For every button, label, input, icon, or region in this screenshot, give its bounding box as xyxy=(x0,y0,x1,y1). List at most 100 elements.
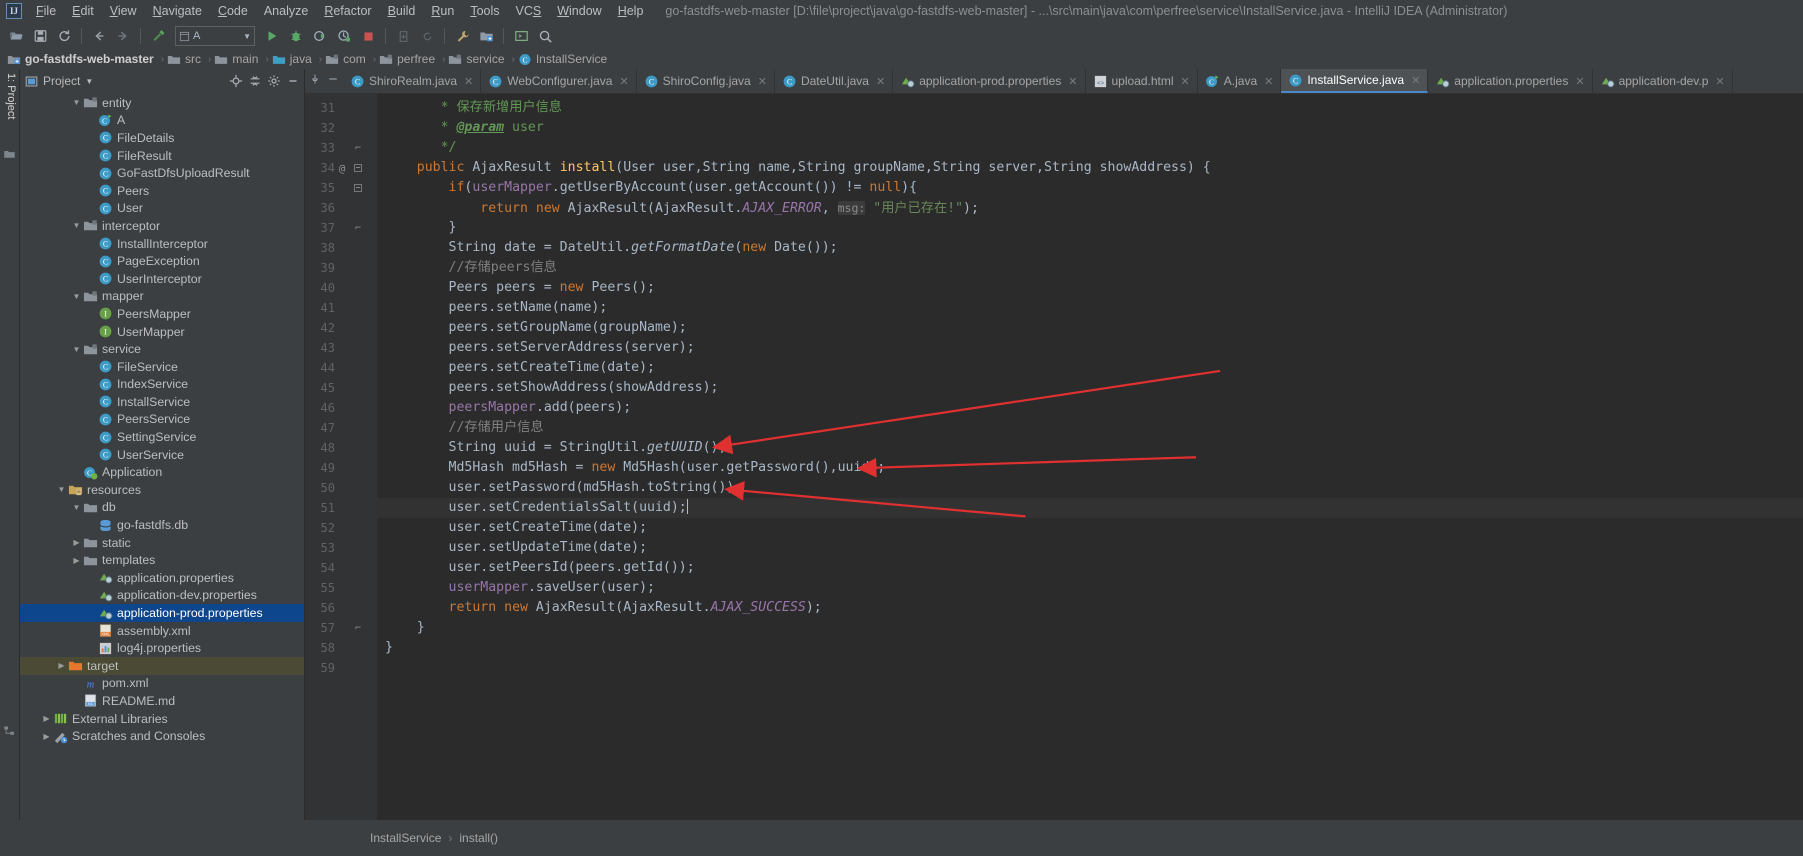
gutter-line-39[interactable]: 39 xyxy=(305,258,377,278)
sync-refresh-icon[interactable] xyxy=(53,25,75,47)
close-icon[interactable]: ✕ xyxy=(1715,75,1724,88)
close-icon[interactable]: ✕ xyxy=(1264,75,1273,88)
tree-item-installinterceptor[interactable]: C InstallInterceptor xyxy=(20,235,304,253)
search-everywhere-icon[interactable] xyxy=(534,25,556,47)
code-line-35[interactable]: if(userMapper.getUserByAccount(user.getA… xyxy=(377,178,1803,198)
gutter-line-57[interactable]: 57 ⌐ xyxy=(305,618,377,638)
tree-item-pom-xml[interactable]: m pom.xml xyxy=(20,675,304,693)
project-structure-icon[interactable] xyxy=(475,25,497,47)
code-line-41[interactable]: peers.setName(name); xyxy=(377,298,1803,318)
twisty-expanded-icon[interactable]: ▼ xyxy=(71,291,82,302)
code-line-47[interactable]: //存储用户信息 xyxy=(377,418,1803,438)
tree-item-external-libraries[interactable]: ▶ External Libraries xyxy=(20,710,304,728)
tree-item-mapper[interactable]: ▼ mapper xyxy=(20,288,304,306)
code-line-56[interactable]: return new AjaxResult(AjaxResult.AJAX_SU… xyxy=(377,598,1803,618)
build-hammer-icon[interactable] xyxy=(147,25,169,47)
gutter-line-44[interactable]: 44 xyxy=(305,358,377,378)
run-configuration-selector[interactable]: A ▼ xyxy=(175,26,255,46)
twisty-collapsed-icon[interactable]: ▶ xyxy=(56,660,67,671)
tree-item-application-prod-properties[interactable]: application-prod.properties xyxy=(20,604,304,622)
tree-item-assembly-xml[interactable]: XML assembly.xml xyxy=(20,622,304,640)
tree-item-pageexception[interactable]: C PageException xyxy=(20,252,304,270)
back-arrow-icon[interactable] xyxy=(88,25,110,47)
settings-gear-icon[interactable] xyxy=(267,74,281,88)
code-line-32[interactable]: * @param user xyxy=(377,118,1803,138)
locate-icon[interactable] xyxy=(229,74,243,88)
debug-icon[interactable] xyxy=(285,25,307,47)
menu-item-vcs[interactable]: VCS xyxy=(508,2,550,20)
code-line-49[interactable]: Md5Hash md5Hash = new Md5Hash(user.getPa… xyxy=(377,458,1803,478)
fold-handle-icon[interactable]: ⌐ xyxy=(349,143,367,154)
editor-breadcrumb[interactable]: InstallService › install() xyxy=(370,831,498,845)
tree-item-target[interactable]: ▶ target xyxy=(20,657,304,675)
collapse-all-icon[interactable] xyxy=(248,74,262,88)
tree-item-user[interactable]: C User xyxy=(20,200,304,218)
tree-item-indexservice[interactable]: C IndexService xyxy=(20,376,304,394)
tree-item-log4j-properties[interactable]: log4j.properties xyxy=(20,639,304,657)
close-icon[interactable]: ✕ xyxy=(1575,75,1584,88)
code-editor[interactable]: 31 32 33 ⌐ 34 @ − 35 − 36 37 ⌐ 38 39 40 41 42 43 44 45 46 47 4… xyxy=(305,94,1803,820)
gutter-line-40[interactable]: 40 xyxy=(305,278,377,298)
editor-tab-dateutil-java[interactable]: C DateUtil.java ✕ xyxy=(775,69,894,93)
tree-item-resources[interactable]: ▼ resources xyxy=(20,481,304,499)
code-line-53[interactable]: user.setUpdateTime(date); xyxy=(377,538,1803,558)
gutter-line-38[interactable]: 38 xyxy=(305,238,377,258)
gutter-line-50[interactable]: 50 xyxy=(305,478,377,498)
editor-tab-application-prod-properties[interactable]: application-prod.properties ✕ xyxy=(893,69,1086,93)
tree-item-fileresult[interactable]: C FileResult xyxy=(20,147,304,165)
menu-item-build[interactable]: Build xyxy=(380,2,424,20)
menu-item-help[interactable]: Help xyxy=(610,2,652,20)
editor-tab-shirorealm-java[interactable]: C ShiroRealm.java ✕ xyxy=(343,69,482,93)
tree-item-peers[interactable]: C Peers xyxy=(20,182,304,200)
settings-wrench-icon[interactable] xyxy=(451,25,473,47)
close-icon[interactable]: ✕ xyxy=(1411,74,1420,87)
twisty-collapsed-icon[interactable]: ▶ xyxy=(41,731,52,742)
open-folder-icon[interactable] xyxy=(5,25,27,47)
breadcrumb-item-src[interactable]: src xyxy=(164,52,208,66)
tree-item-gofastdfsuploadresult[interactable]: C GoFastDfsUploadResult xyxy=(20,164,304,182)
twisty-collapsed-icon[interactable]: ▶ xyxy=(71,555,82,566)
tree-item-static[interactable]: ▶ static xyxy=(20,534,304,552)
run-icon[interactable] xyxy=(261,25,283,47)
tree-item-scratches-and-consoles[interactable]: ▶ Scratches and Consoles xyxy=(20,727,304,745)
close-icon[interactable]: ✕ xyxy=(1181,75,1190,88)
sidebar-item-structure-tab[interactable]: 2: Structure xyxy=(0,665,1,722)
fold-handle-icon[interactable]: − xyxy=(349,183,367,193)
gutter-line-53[interactable]: 53 xyxy=(305,538,377,558)
tree-item-application[interactable]: C Application xyxy=(20,463,304,481)
editor-tab-installservice-java[interactable]: C InstallService.java ✕ xyxy=(1281,69,1429,93)
code-line-31[interactable]: * 保存新增用户信息 xyxy=(377,98,1803,118)
gutter-annotation-icon[interactable]: @ xyxy=(335,162,349,175)
editor-tab-shiroconfig-java[interactable]: C ShiroConfig.java ✕ xyxy=(637,69,775,93)
code-line-36[interactable]: return new AjaxResult(AjaxResult.AJAX_ER… xyxy=(377,198,1803,218)
menu-item-edit[interactable]: Edit xyxy=(64,2,102,20)
code-line-38[interactable]: String date = DateUtil.getFormatDate(new… xyxy=(377,238,1803,258)
code-line-37[interactable]: } xyxy=(377,218,1803,238)
breadcrumb-item-perfree[interactable]: perfree xyxy=(376,52,442,66)
code-line-39[interactable]: //存储peers信息 xyxy=(377,258,1803,278)
menu-item-window[interactable]: Window xyxy=(549,2,609,20)
fold-handle-icon[interactable]: ⌐ xyxy=(349,623,367,634)
breadcrumb-item-service[interactable]: service xyxy=(445,52,511,66)
status-breadcrumb-installservice[interactable]: InstallService xyxy=(370,831,441,845)
twisty-expanded-icon[interactable]: ▼ xyxy=(71,97,82,108)
chevron-down-icon[interactable]: ▼ xyxy=(85,77,93,86)
code-line-42[interactable]: peers.setGroupName(groupName); xyxy=(377,318,1803,338)
gutter-line-59[interactable]: 59 xyxy=(305,658,377,678)
tree-item-a[interactable]: CA xyxy=(20,112,304,130)
tree-item-userinterceptor[interactable]: C UserInterceptor xyxy=(20,270,304,288)
menu-item-analyze[interactable]: Analyze xyxy=(256,2,316,20)
close-icon[interactable]: ✕ xyxy=(464,75,473,88)
fold-handle-icon[interactable]: − xyxy=(349,163,367,173)
chevron-down-icon[interactable]: ▼ xyxy=(243,32,251,41)
hide-panel-icon[interactable] xyxy=(286,74,300,88)
editor-tab-application-dev-p[interactable]: application-dev.p ✕ xyxy=(1593,69,1733,93)
editor-tab-application-properties[interactable]: application.properties ✕ xyxy=(1428,69,1593,93)
run-with-coverage-icon[interactable] xyxy=(309,25,331,47)
gutter-line-43[interactable]: 43 xyxy=(305,338,377,358)
gutter-line-33[interactable]: 33 ⌐ xyxy=(305,138,377,158)
profile-icon[interactable] xyxy=(333,25,355,47)
tree-item-service[interactable]: ▼ service xyxy=(20,340,304,358)
menu-item-tools[interactable]: Tools xyxy=(462,2,507,20)
gutter-line-54[interactable]: 54 xyxy=(305,558,377,578)
